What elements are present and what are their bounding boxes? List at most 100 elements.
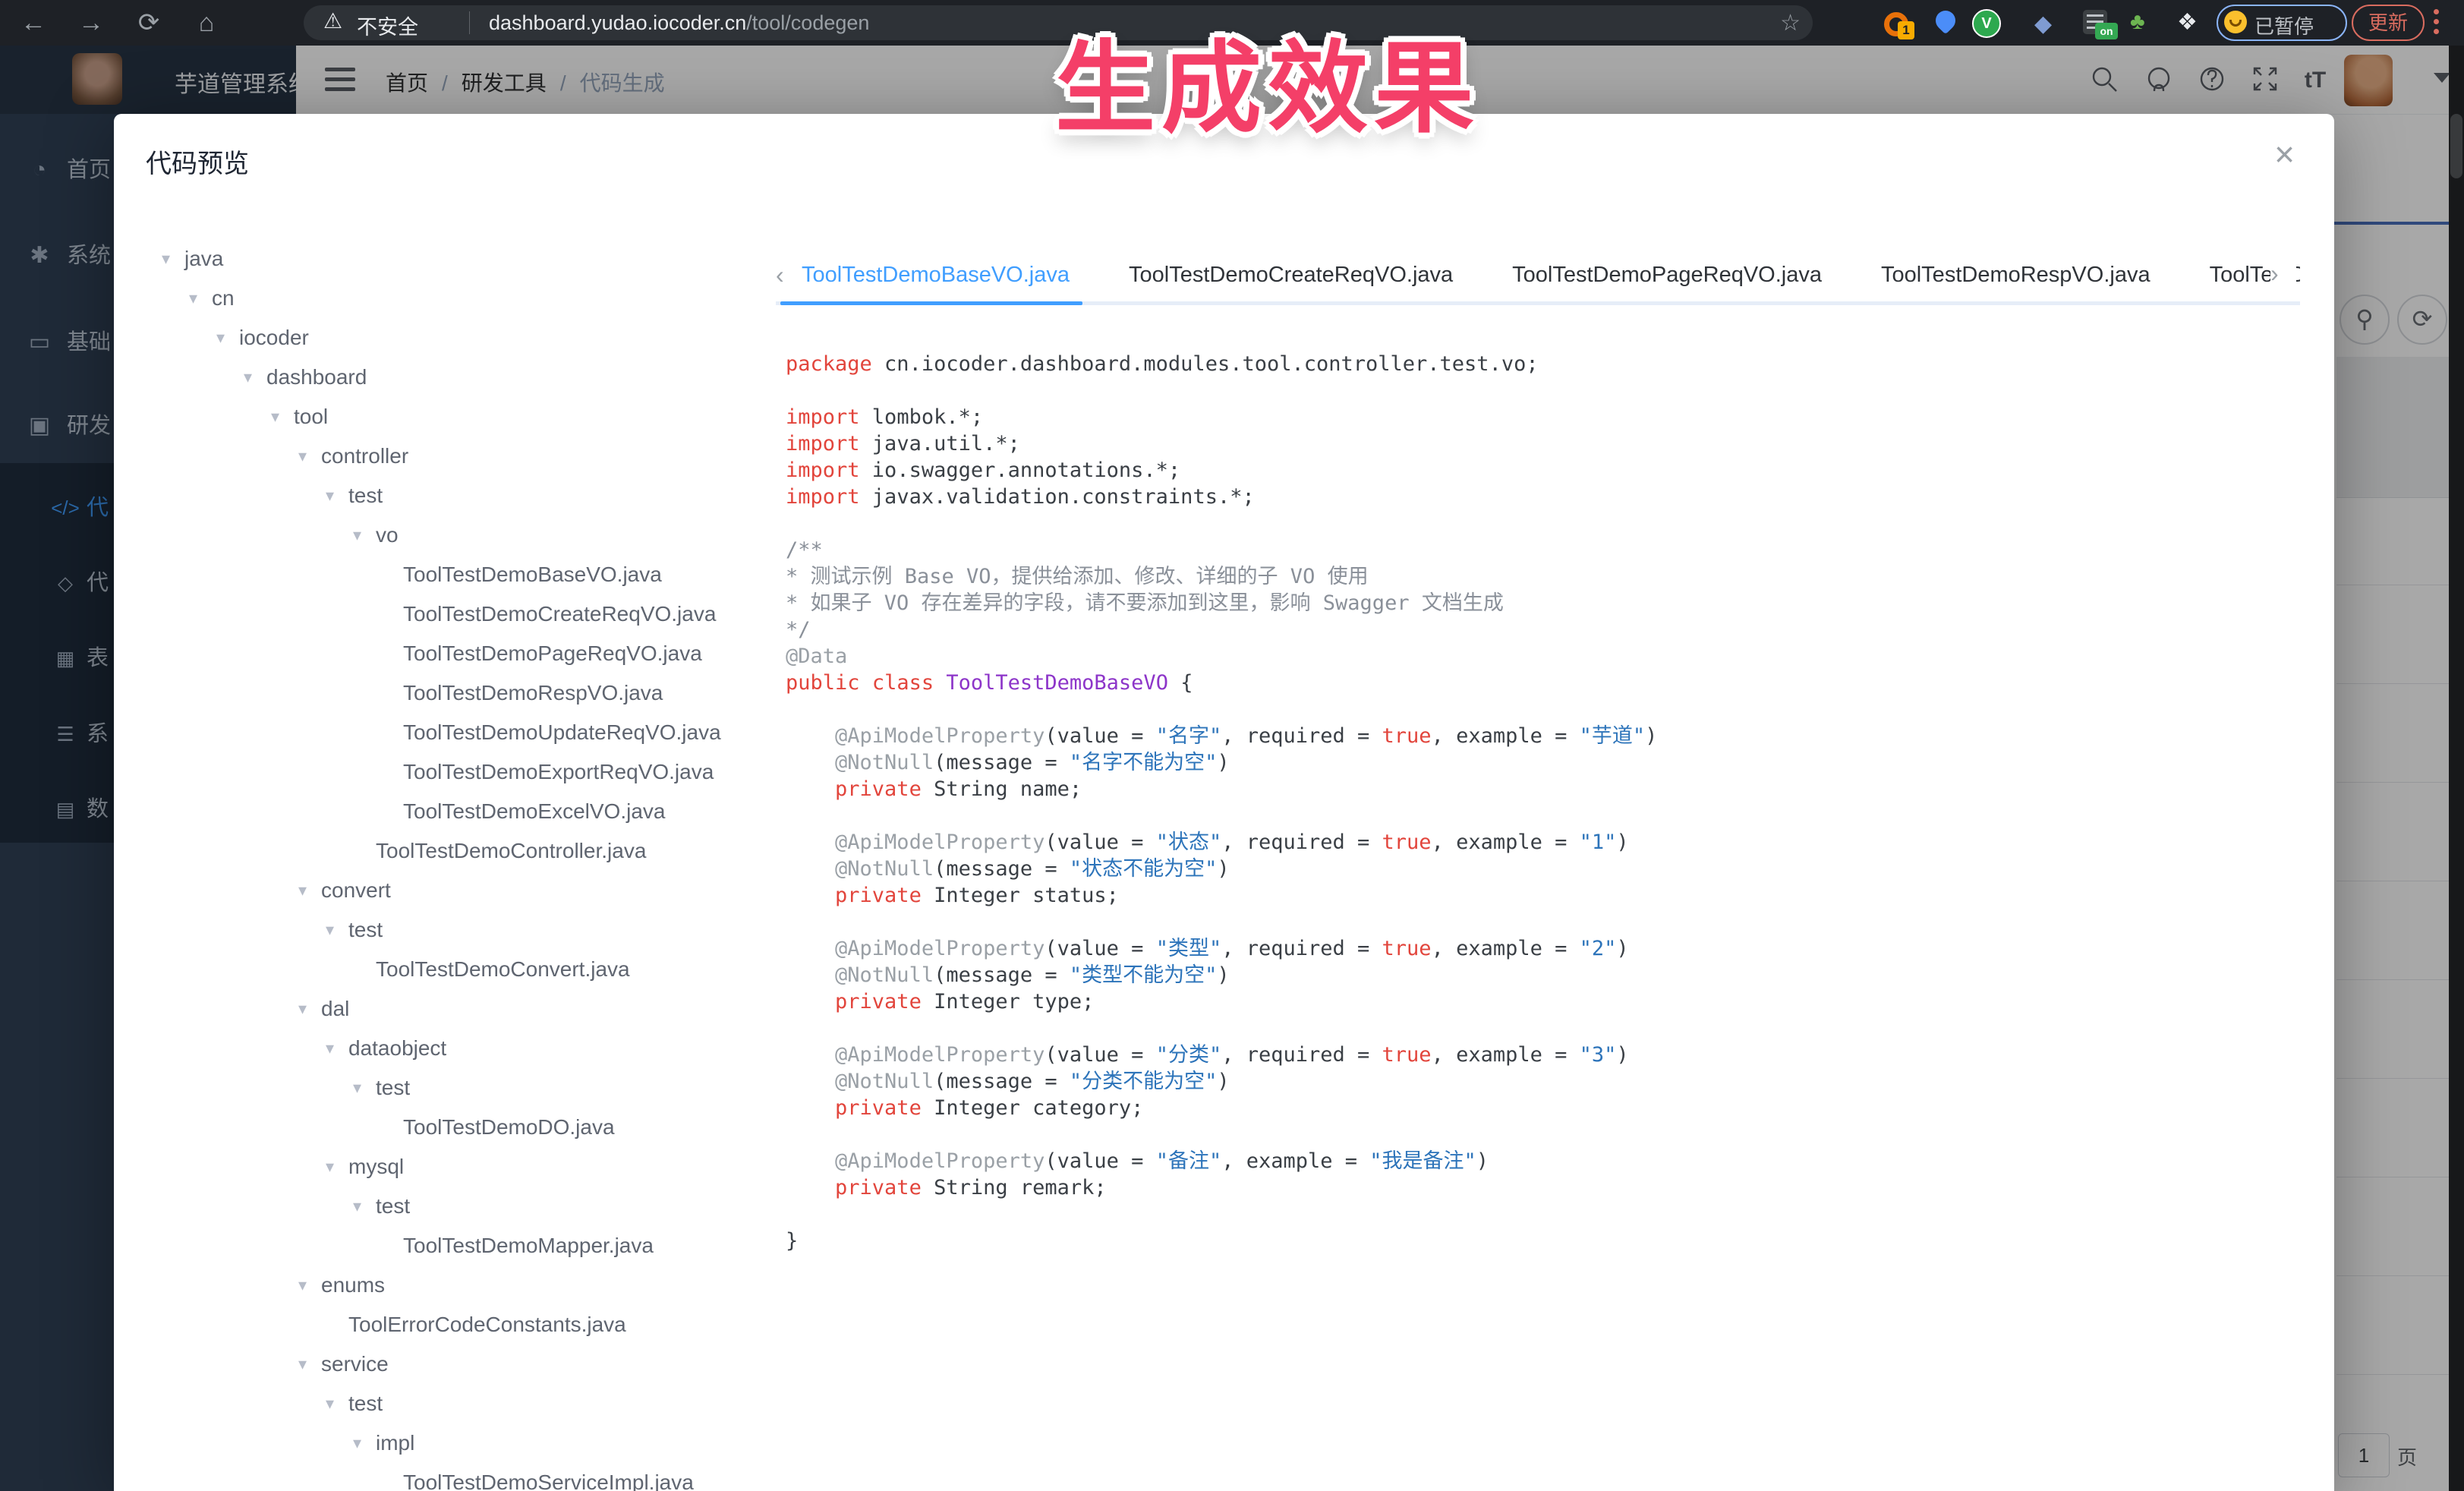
update-button[interactable]: 更新 [2352,5,2425,41]
code-token: "类型" [1156,937,1222,960]
tree-node-folder[interactable]: ▾dashboard [144,358,776,397]
tab-ToolTestDemoBaseVO.java[interactable]: ToolTestDemoBaseVO.java [802,263,1070,288]
tabs-next-icon[interactable]: › [2270,260,2296,288]
reload-icon[interactable]: ⟳ [124,0,173,46]
code-token: * 测试示例 Base VO，提供给添加、修改、详细的子 VO 使用 [786,565,1369,588]
tree-node-file[interactable]: ToolTestDemoPageReqVO.java [144,634,776,673]
code-token: "类型不能为空" [1070,963,1218,987]
security-label[interactable]: 不安全 [357,11,418,40]
code-token [786,990,835,1013]
tree-node-folder[interactable]: ▾controller [144,437,776,476]
caret-down-icon[interactable]: ▾ [244,367,266,387]
tree-node-file[interactable]: ToolTestDemoServiceImpl.java [144,1463,776,1491]
tree-node-folder[interactable]: ▾tool [144,397,776,437]
tree-node-folder[interactable]: ▾vo [144,515,776,555]
tabs-prev-icon[interactable]: ‹ [776,261,802,289]
tree-node-file[interactable]: ToolErrorCodeConstants.java [144,1305,776,1344]
tab-ToolTestDemoCreateReqVO.java[interactable]: ToolTestDemoCreateReqVO.java [1129,263,1453,288]
tree-node-file[interactable]: ToolTestDemoExportReqVO.java [144,752,776,792]
caret-down-icon[interactable]: ▾ [326,1039,348,1058]
code-token: ) [1476,1149,1489,1173]
home-icon[interactable]: ⌂ [182,0,231,46]
tree-node-folder[interactable]: ▾mysql [144,1147,776,1187]
code-token: io.swagger.annotations.*; [860,459,1181,482]
caret-down-icon[interactable]: ▾ [298,999,321,1019]
forward-icon[interactable]: → [67,0,115,46]
code-token [786,1043,835,1067]
tree-node-label: ToolTestDemoMapper.java [403,1234,654,1258]
tree-node-folder[interactable]: ▾test [144,1068,776,1108]
caret-down-icon[interactable]: ▾ [326,486,348,506]
caret-down-icon[interactable]: ▾ [326,1394,348,1414]
tree-node-label: ToolErrorCodeConstants.java [348,1313,626,1337]
tree-node-label: ToolTestDemoExportReqVO.java [403,760,714,784]
tree-node-file[interactable]: ToolTestDemoUpdateReqVO.java [144,713,776,752]
annotation-caption: 生成效果 [1055,8,1480,153]
tree-node-folder[interactable]: ▾dataobject [144,1029,776,1068]
tree-node-folder[interactable]: ▾enums [144,1266,776,1305]
code-token: ) [1217,963,1229,987]
code-line: private Integer category; [786,1095,2289,1121]
tree-node-folder[interactable]: ▾iocoder [144,318,776,358]
caret-down-icon[interactable]: ▾ [216,328,239,348]
tree-node-folder[interactable]: ▾test [144,1384,776,1423]
caret-down-icon[interactable]: ▾ [162,249,184,269]
tree-node-folder[interactable]: ▾impl [144,1423,776,1463]
bookmark-star-icon[interactable]: ☆ [1780,10,1801,36]
tree-node-file[interactable]: ToolTestDemoExcelVO.java [144,792,776,831]
code-line: } [786,1228,2289,1254]
caret-down-icon[interactable]: ▾ [353,1078,376,1098]
caret-down-icon[interactable]: ▾ [326,920,348,940]
tree-node-folder[interactable]: ▾java [144,239,776,279]
caret-down-icon[interactable]: ▾ [353,525,376,545]
caret-down-icon[interactable]: ▾ [271,407,294,427]
tab-ToolTestDemoRespVO.java[interactable]: ToolTestDemoRespVO.java [1881,263,2150,288]
code-token: ToolTestDemoBaseVO [934,671,1168,695]
caret-down-icon[interactable]: ▾ [298,446,321,466]
code-token: , example = [1221,1149,1369,1173]
tree-node-label: ToolTestDemoServiceImpl.java [403,1471,694,1491]
tree-node-label: java [184,247,223,271]
tree-node-folder[interactable]: ▾cn [144,279,776,318]
caret-down-icon[interactable]: ▾ [353,1196,376,1216]
active-tab-indicator [780,301,1082,305]
tree-node-folder[interactable]: ▾test [144,1187,776,1226]
tree-node-folder[interactable]: ▾test [144,476,776,515]
tree-node-folder[interactable]: ▾test [144,910,776,950]
tree-node-folder[interactable]: ▾service [144,1344,776,1384]
menu-dots-icon[interactable] [2434,8,2440,38]
caret-down-icon[interactable]: ▾ [298,1275,321,1295]
code-token: , example = [1432,1043,1580,1067]
url-text[interactable]: dashboard.yudao.iocoder.cn/tool/codegen [489,11,869,35]
tree-node-file[interactable]: ToolTestDemoRespVO.java [144,673,776,713]
tree-node-file[interactable]: ToolTestDemoBaseVO.java [144,555,776,594]
code-token: "备注" [1156,1149,1222,1173]
tree-node-file[interactable]: ToolTestDemoController.java [144,831,776,871]
tree-node-file[interactable]: ToolTestDemoMapper.java [144,1226,776,1266]
code-token: (value = [1045,831,1155,854]
tab-ToolTestDemoPageReqVO.java[interactable]: ToolTestDemoPageReqVO.java [1512,263,1822,288]
tree-node-folder[interactable]: ▾convert [144,871,776,910]
code-token: java.util.*; [860,432,1020,455]
code-token [786,937,835,960]
code-token: Integer category; [922,1096,1144,1120]
caret-down-icon[interactable]: ▾ [298,1354,321,1374]
tree-node-label: mysql [348,1155,404,1179]
caret-down-icon[interactable]: ▾ [326,1157,348,1177]
caret-down-icon[interactable]: ▾ [353,1433,376,1453]
tree-node-label: ToolTestDemoBaseVO.java [403,563,662,587]
code-line: private String remark; [786,1174,2289,1201]
tree-node-file[interactable]: ToolTestDemoCreateReqVO.java [144,594,776,634]
tree-node-file[interactable]: ToolTestDemoConvert.java [144,950,776,989]
caret-down-icon[interactable]: ▾ [298,881,321,900]
code-token [786,724,835,748]
back-icon[interactable]: ← [9,0,58,46]
tree-node-folder[interactable]: ▾dal [144,989,776,1029]
tree-node-file[interactable]: ToolTestDemoDO.java [144,1108,776,1147]
code-line [786,909,2289,935]
close-icon[interactable]: × [2274,137,2295,172]
code-token: @Data [786,645,847,668]
code-line [786,1201,2289,1228]
caret-down-icon[interactable]: ▾ [189,288,212,308]
paused-extension-button[interactable]: 已暂停 [2217,5,2347,41]
